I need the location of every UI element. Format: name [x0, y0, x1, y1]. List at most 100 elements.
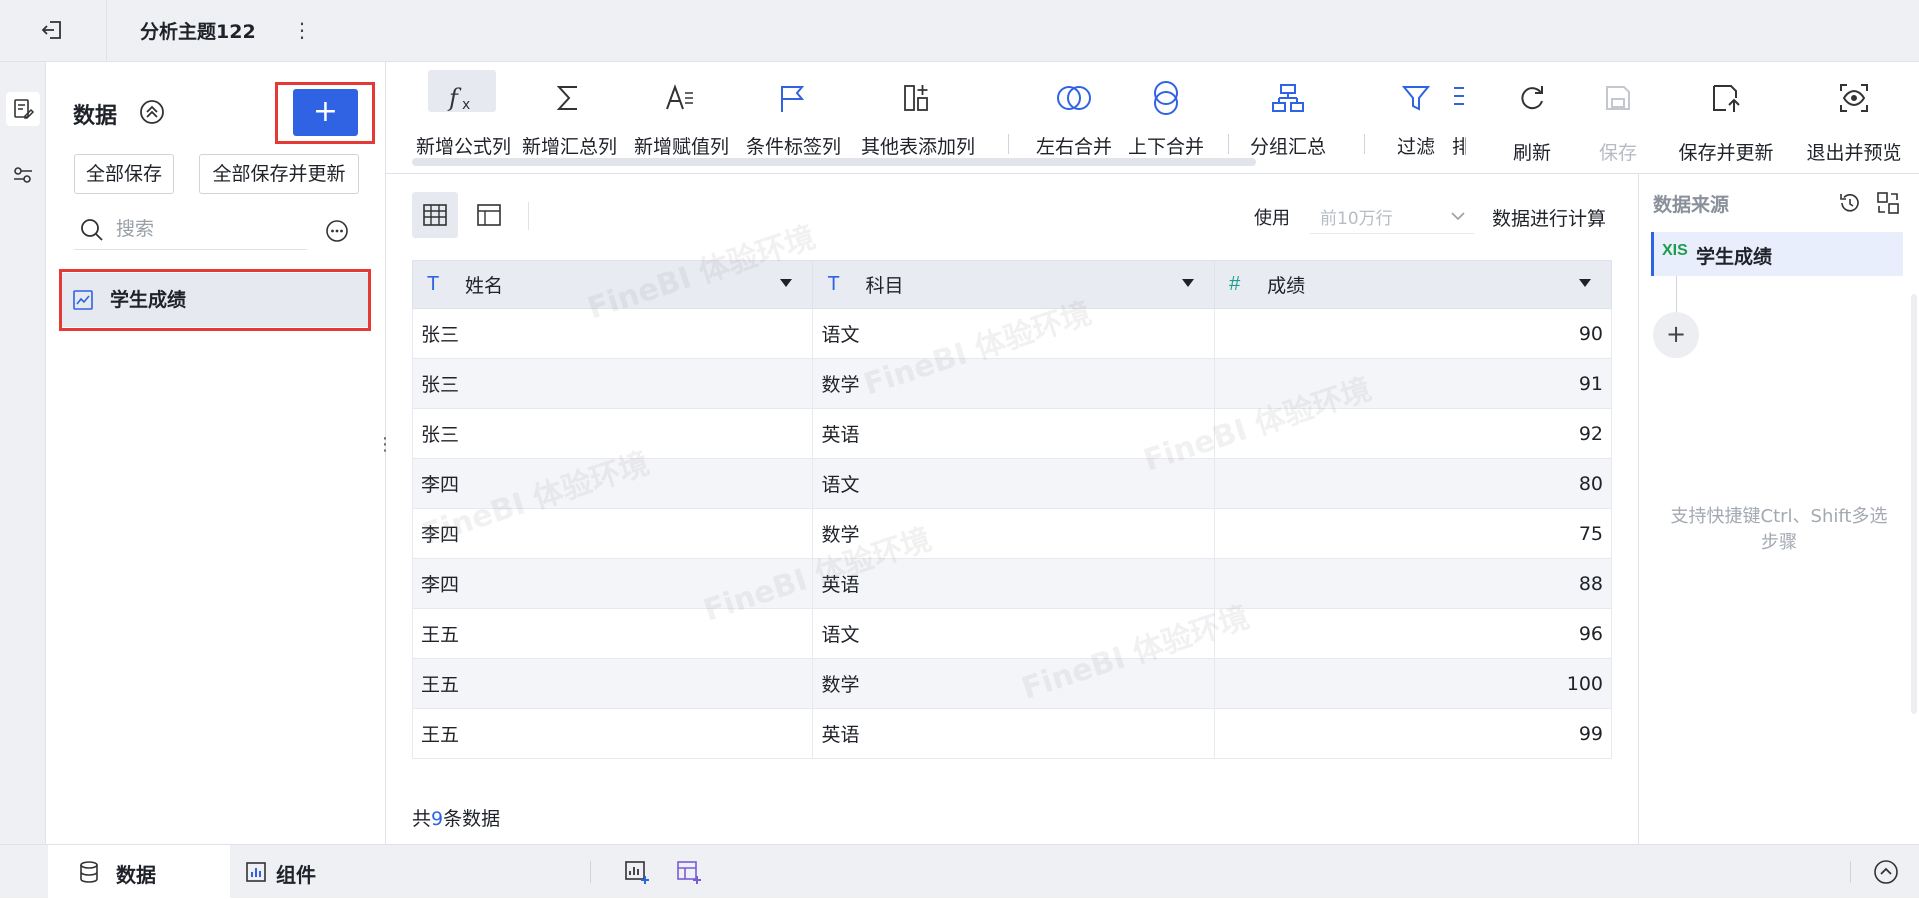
divider: [106, 0, 107, 62]
table-row: 王五 英语 99: [411, 708, 1612, 759]
switch-view-icon[interactable]: [1873, 188, 1903, 218]
save-all-update-button[interactable]: 全部保存并更新: [199, 154, 359, 194]
back-icon[interactable]: [36, 14, 68, 46]
sort-button[interactable]: 排: [1452, 72, 1466, 168]
row-limit-select[interactable]: 前10万行: [1310, 198, 1474, 234]
table-cell: 88: [1214, 558, 1612, 609]
column-header-label: 姓名: [465, 275, 504, 297]
table-row: 张三 英语 92: [411, 408, 1612, 459]
tab-component[interactable]: 组件: [240, 845, 380, 899]
caret-down-icon[interactable]: [1579, 279, 1591, 287]
table-cell: 王五: [411, 608, 814, 659]
table-cell: 张三: [411, 408, 814, 459]
more-circle-icon[interactable]: [324, 218, 350, 244]
toolbar: fx 新增公式列 新增汇总列 新增赋值列 条件标签列 其他表添加列 左右合并 上…: [386, 62, 1919, 174]
compute-label: 数据进行计算: [1492, 208, 1607, 230]
history-icon[interactable]: [1835, 188, 1865, 218]
table-row: 张三 数学 91: [411, 358, 1612, 409]
table-cell: 92: [1214, 408, 1612, 459]
caret-down-icon[interactable]: [1182, 279, 1195, 287]
column-header[interactable]: # 成绩: [1214, 260, 1612, 309]
top-bar: 分析主题122 ⋮: [0, 0, 1919, 62]
tool-label: 排: [1452, 136, 1466, 158]
database-icon: [76, 859, 102, 885]
data-preview-area: 使用 前10万行 数据进行计算 T 姓名 T 科目 # 成绩 张三 语文 90 张三 数学 91 张三…: [386, 174, 1638, 844]
add-condition-label-column-button[interactable]: 条件标签列: [746, 72, 841, 168]
collapse-up-icon[interactable]: [138, 98, 166, 126]
chevron-up-circle-icon[interactable]: [1872, 858, 1900, 886]
table-row: 李四 语文 80: [411, 458, 1612, 509]
tool-label: 上下合并: [1127, 136, 1204, 158]
refresh-icon: [1512, 80, 1552, 116]
number-type-icon: #: [1229, 273, 1241, 295]
tab-data[interactable]: 数据: [48, 845, 230, 899]
table-body: 张三 语文 90 张三 数学 91 张三 英语 92 李四 语文 80 李四 数学 75 李四 英语 88 王五 语文…: [411, 308, 1612, 759]
table-cell: 李四: [411, 508, 814, 559]
column-header[interactable]: T 科目: [812, 260, 1216, 309]
add-summary-column-button[interactable]: 新增汇总列: [522, 72, 617, 168]
sigma-icon: [548, 80, 588, 116]
divider: [1228, 134, 1229, 154]
flag-icon: [772, 80, 812, 116]
text-type-icon: T: [427, 273, 440, 295]
data-edit-icon[interactable]: [6, 92, 40, 126]
table-view-icon[interactable]: [412, 192, 458, 238]
save-and-update-button[interactable]: 保存并更新: [1668, 72, 1784, 168]
save-all-button[interactable]: 全部保存: [74, 154, 174, 194]
search-box: [74, 210, 307, 250]
table-cell: 语文: [812, 608, 1216, 659]
filter-button[interactable]: 过滤: [1384, 72, 1448, 168]
save-disk-icon: [1598, 80, 1638, 116]
divider: [1008, 134, 1009, 154]
search-input[interactable]: [116, 214, 296, 244]
column-header-label: 成绩: [1267, 275, 1306, 297]
table-cell: 李四: [411, 458, 814, 509]
add-component-icon[interactable]: [622, 857, 652, 887]
group-summary-button[interactable]: 分组汇总: [1242, 72, 1334, 168]
table-row: 李四 数学 75: [411, 508, 1612, 559]
step-item-student-scores[interactable]: XIS 学生成绩: [1651, 232, 1903, 276]
add-dashboard-icon[interactable]: [674, 857, 704, 887]
formula-icon: fx: [442, 80, 482, 116]
layout-view-icon[interactable]: [466, 192, 512, 238]
merge-left-right-button[interactable]: 左右合并: [1028, 72, 1120, 168]
total-suffix: 条数据: [443, 808, 501, 830]
shortcut-hint: 支持快捷键Ctrl、Shift多选步骤: [1670, 506, 1888, 553]
merge-top-bottom-button[interactable]: 上下合并: [1120, 72, 1212, 168]
tool-label: 左右合并: [1035, 136, 1112, 158]
toolbar-scrollbar[interactable]: [412, 158, 1256, 166]
steps-scrollbar[interactable]: [1911, 294, 1917, 714]
caret-down-icon[interactable]: [780, 279, 793, 287]
add-step-button[interactable]: +: [1653, 312, 1699, 358]
divider: [528, 202, 529, 230]
step-label: 学生成绩: [1696, 246, 1773, 268]
exit-and-preview-button[interactable]: 退出并预览: [1796, 72, 1912, 168]
tool-label: 新增公式列: [416, 136, 512, 158]
step-connector: [1676, 276, 1677, 316]
chevron-down-icon: [1448, 206, 1468, 226]
steps-panel-title: 数据来源: [1653, 194, 1730, 216]
save-button[interactable]: 保存: [1580, 72, 1656, 168]
table-cell: 王五: [411, 658, 814, 709]
search-icon: [78, 216, 106, 244]
table-cell: 数学: [812, 658, 1216, 709]
divider: [590, 861, 591, 883]
table-cell: 100: [1214, 658, 1612, 709]
column-header[interactable]: T 姓名: [411, 260, 814, 309]
table-cell: 数学: [812, 358, 1216, 409]
tool-label: 保存: [1598, 142, 1637, 164]
table-cell: 90: [1214, 308, 1612, 359]
table-cell: 张三: [411, 358, 814, 409]
total-count: 9: [431, 808, 444, 830]
more-options-icon[interactable]: ⋮: [292, 16, 312, 44]
filter-settings-icon[interactable]: [6, 158, 40, 192]
add-formula-column-button[interactable]: fx 新增公式列: [416, 72, 512, 168]
add-column-from-other-table-button[interactable]: 其他表添加列: [856, 72, 980, 168]
assign-value-icon: [660, 80, 700, 116]
group-tree-icon: [1268, 80, 1308, 116]
table-header-row: T 姓名 T 科目 # 成绩: [411, 260, 1612, 309]
refresh-button[interactable]: 刷新: [1494, 72, 1570, 168]
add-assign-column-button[interactable]: 新增赋值列: [634, 72, 729, 168]
table-cell: 李四: [411, 558, 814, 609]
table-cell: 数学: [812, 508, 1216, 559]
